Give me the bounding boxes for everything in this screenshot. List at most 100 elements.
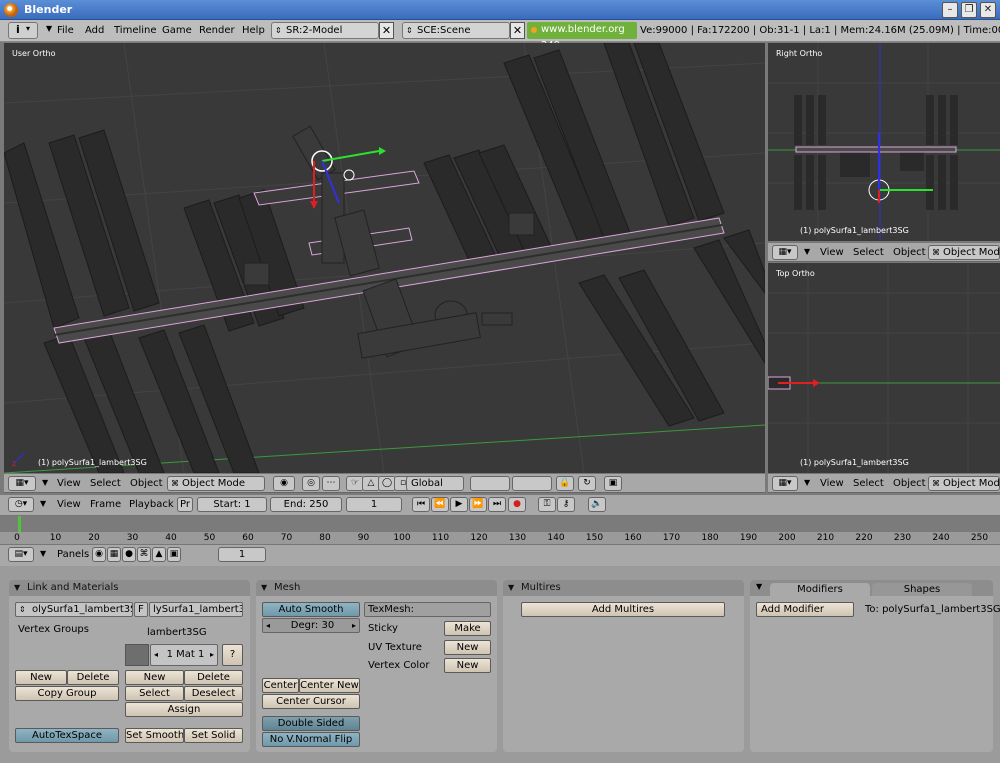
- viewport-top-ortho[interactable]: Top Ortho (1) polySurfa1_lambert3SG: [768, 263, 1000, 473]
- object-name-field[interactable]: lySurfa1_lambert3SG: [149, 602, 243, 617]
- current-frame-cursor[interactable]: [18, 516, 21, 532]
- end-frame-field[interactable]: End: 250: [270, 497, 342, 512]
- grid-window-type-icon[interactable]: ▦▾: [772, 476, 798, 491]
- material-select-button[interactable]: Select: [125, 686, 184, 701]
- add-multires-button[interactable]: Add Multires: [521, 602, 725, 617]
- close-icon[interactable]: ✕: [980, 2, 996, 18]
- timeline-strip[interactable]: 0 10 20 30 40 50 60 70 80 90 100 110 120 130 140 150 160…: [0, 516, 1000, 544]
- menu-object[interactable]: Object: [130, 478, 163, 489]
- draw-type-icon[interactable]: ◉: [273, 476, 295, 491]
- menu-select[interactable]: Select: [853, 247, 884, 258]
- texmesh-field[interactable]: TexMesh:: [364, 602, 491, 617]
- mode-select[interactable]: ⌘ Object Mode: [928, 476, 1000, 491]
- pivot-icon[interactable]: ◎: [302, 476, 320, 491]
- material-index-field[interactable]: ◂ 1 Mat 1 ▸: [150, 644, 218, 666]
- menu-object[interactable]: Object: [893, 478, 926, 489]
- menu-view[interactable]: View: [820, 478, 844, 489]
- snap-icon[interactable]: ⋯: [322, 476, 340, 491]
- sticky-make-button[interactable]: Make: [444, 621, 491, 636]
- collapse-icon[interactable]: ▼: [40, 499, 46, 508]
- tab-modifiers[interactable]: Modifiers: [770, 583, 870, 596]
- delete-scene-button[interactable]: ✕: [510, 22, 525, 39]
- maximize-icon[interactable]: ❐: [961, 2, 977, 18]
- script-icon[interactable]: ▦: [107, 547, 121, 562]
- material-new-button[interactable]: New: [125, 670, 184, 685]
- collapse-icon[interactable]: ▼: [40, 549, 46, 558]
- viewport-right-ortho[interactable]: Right Ortho (1) polySurfa1_lambert3SG: [768, 43, 1000, 241]
- menu-view[interactable]: View: [57, 499, 81, 510]
- menu-view[interactable]: View: [57, 478, 81, 489]
- menu-add[interactable]: Add: [85, 25, 104, 36]
- menu-frame[interactable]: Frame: [90, 499, 121, 510]
- autotexspace-toggle[interactable]: AutoTexSpace: [15, 728, 119, 743]
- menu-view[interactable]: View: [820, 247, 844, 258]
- center-cursor-button[interactable]: Center Cursor: [262, 694, 360, 709]
- set-smooth-button[interactable]: Set Smooth: [125, 728, 184, 743]
- buttons-frame-field[interactable]: 1: [218, 547, 266, 562]
- jump-start-icon[interactable]: ⏮: [412, 497, 430, 512]
- set-solid-button[interactable]: Set Solid: [184, 728, 243, 743]
- render-icon[interactable]: ↻: [578, 476, 596, 491]
- double-sided-toggle[interactable]: Double Sided: [262, 716, 360, 731]
- delete-screen-button[interactable]: ✕: [379, 22, 394, 39]
- panel-title[interactable]: Multires: [503, 580, 744, 596]
- object-icon[interactable]: ⌘: [137, 547, 151, 562]
- vgroup-new-button[interactable]: New: [15, 670, 67, 685]
- mode-select[interactable]: ⌘ Object Mode: [167, 476, 265, 491]
- keying-set-icon[interactable]: ⚿: [538, 497, 556, 512]
- layers-b-grid[interactable]: [512, 476, 552, 491]
- material-assign-button[interactable]: Assign: [125, 702, 243, 717]
- start-frame-field[interactable]: Start: 1: [197, 497, 267, 512]
- lock-icon[interactable]: 🔒: [556, 476, 574, 491]
- orientation-select[interactable]: Global: [406, 476, 464, 491]
- material-deselect-button[interactable]: Deselect: [184, 686, 243, 701]
- menu-render[interactable]: Render: [199, 25, 235, 36]
- editing-icon[interactable]: ▲: [152, 547, 166, 562]
- blender-url[interactable]: www.blender.org 249: [527, 22, 637, 51]
- audio-icon[interactable]: 🔈: [588, 497, 606, 512]
- tab-shapes[interactable]: Shapes: [872, 583, 972, 596]
- grid-window-type-icon[interactable]: ▦▾: [772, 245, 798, 260]
- collapse-icon[interactable]: ▼: [804, 478, 810, 487]
- menu-game[interactable]: Game: [162, 25, 192, 36]
- info-window-type-icon[interactable]: i ▾: [8, 22, 38, 39]
- menu-help[interactable]: Help: [242, 25, 265, 36]
- next-key-icon[interactable]: ⏩: [469, 497, 487, 512]
- screen-select[interactable]: ⇕ SR:2-Model: [271, 22, 379, 39]
- play-icon[interactable]: ▶: [450, 497, 468, 512]
- vgroup-delete-button[interactable]: Delete: [67, 670, 119, 685]
- smooth-degree-field[interactable]: ◂ Degr: 30 ▸: [262, 618, 360, 633]
- panel-title[interactable]: Mesh: [256, 580, 497, 596]
- camera-icon[interactable]: ▣: [604, 476, 622, 491]
- jump-end-icon[interactable]: ⏭: [488, 497, 506, 512]
- copy-group-button[interactable]: Copy Group: [15, 686, 119, 701]
- uv-texture-new-button[interactable]: New: [444, 640, 491, 655]
- menu-object[interactable]: Object: [893, 247, 926, 258]
- panel-title[interactable]: Link and Materials: [9, 580, 250, 596]
- collapse-icon[interactable]: ▼: [756, 582, 762, 591]
- logic-icon[interactable]: ◉: [92, 547, 106, 562]
- key-icon[interactable]: ⚷: [557, 497, 575, 512]
- add-modifier-button[interactable]: Add Modifier: [756, 602, 854, 617]
- layers-a-grid[interactable]: [470, 476, 510, 491]
- menu-playback[interactable]: Playback: [129, 499, 174, 510]
- vertex-color-new-button[interactable]: New: [444, 658, 491, 673]
- scene-select[interactable]: ⇕ SCE:Scene: [402, 22, 510, 39]
- menu-panels[interactable]: Panels: [57, 549, 89, 560]
- material-help-button[interactable]: ?: [222, 644, 243, 666]
- scene-icon[interactable]: ▣: [167, 547, 181, 562]
- material-color-swatch[interactable]: [125, 644, 149, 666]
- record-icon[interactable]: ●: [508, 497, 526, 512]
- menu-file[interactable]: File: [57, 25, 74, 36]
- no-vnormal-flip-toggle[interactable]: No V.Normal Flip: [262, 732, 360, 747]
- menu-select[interactable]: Select: [90, 478, 121, 489]
- menu-select[interactable]: Select: [853, 478, 884, 489]
- menu-timeline[interactable]: Timeline: [114, 25, 157, 36]
- collapse-icon[interactable]: ▼: [42, 478, 48, 487]
- material-delete-button[interactable]: Delete: [184, 670, 243, 685]
- shading-icon[interactable]: ●: [122, 547, 136, 562]
- center-new-button[interactable]: Center New: [299, 678, 360, 693]
- grid-window-type-icon[interactable]: ▦▾: [8, 476, 36, 491]
- buttons-window-type-icon[interactable]: ▤▾: [8, 547, 34, 562]
- timeline-track[interactable]: [0, 516, 1000, 532]
